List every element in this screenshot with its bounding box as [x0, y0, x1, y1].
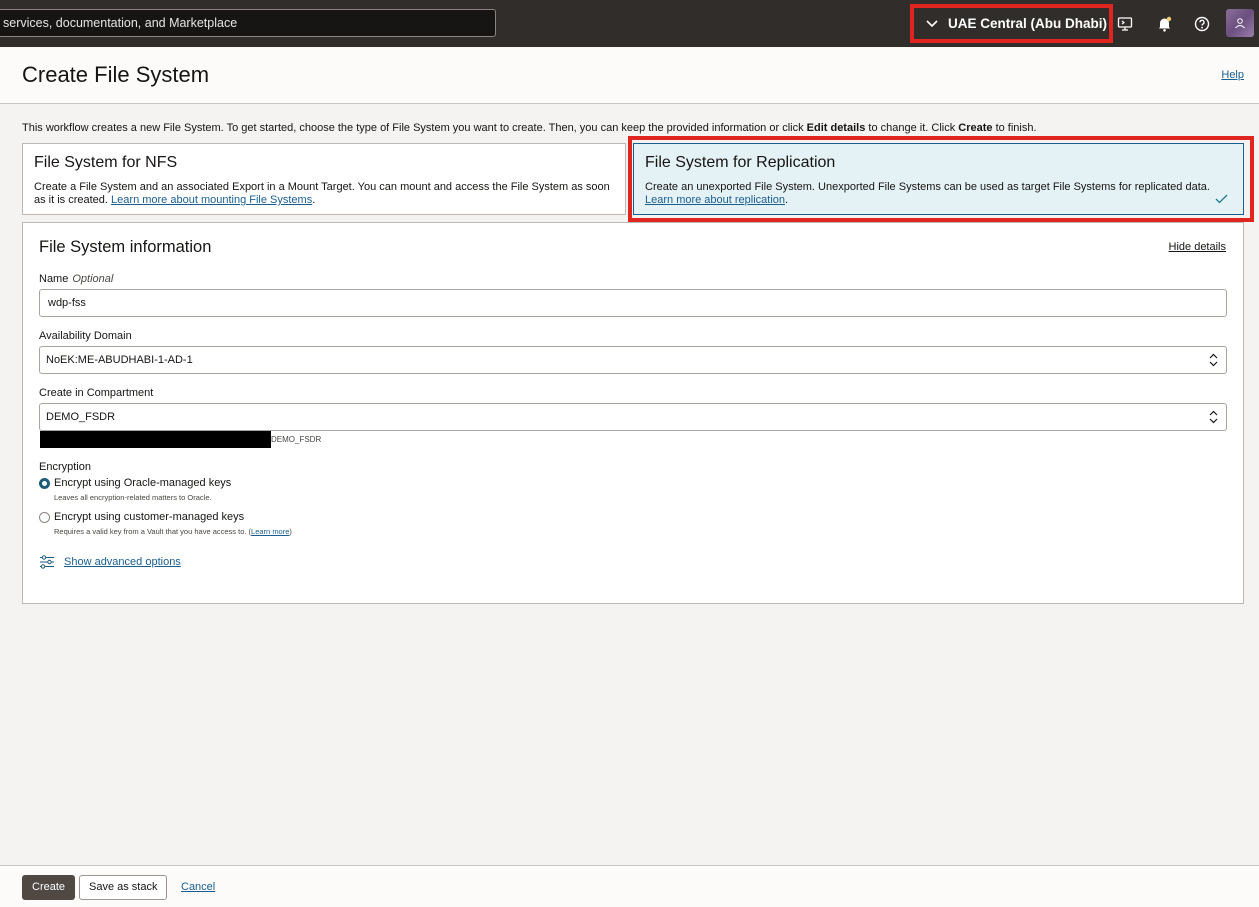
- bell-icon[interactable]: [1154, 14, 1174, 34]
- card-title: File System for Replication: [645, 154, 836, 171]
- help-link[interactable]: Help: [1221, 69, 1244, 81]
- file-system-information-panel: File System information Hide details Nam…: [22, 222, 1244, 604]
- compartment-select[interactable]: DEMO_FSDR: [39, 403, 1227, 431]
- help-icon[interactable]: [1192, 14, 1212, 34]
- card-desc-tail: .: [785, 194, 789, 206]
- compartment-label: Create in Compartment: [39, 387, 154, 399]
- name-label-text: Name: [39, 273, 69, 285]
- show-advanced-options-link[interactable]: Show advanced options: [64, 556, 181, 568]
- page-title: Create File System: [22, 62, 210, 87]
- region-selector[interactable]: UAE Central (Abu Dhabi): [910, 4, 1113, 43]
- top-navigation-bar: services, documentation, and Marketplace…: [0, 0, 1259, 47]
- create-button[interactable]: Create: [22, 875, 76, 900]
- intro-text-1: This workflow creates a new File System.…: [22, 122, 807, 134]
- encrypt-customer-option[interactable]: Encrypt using customer-managed keys: [39, 511, 244, 523]
- encrypt-oracle-help: Leaves all encryption-related matters to…: [54, 493, 212, 502]
- encryption-label: Encryption: [39, 461, 91, 473]
- availability-domain-value: NoEK:ME-ABUDHABI-1-AD-1: [46, 354, 193, 366]
- intro-text-3: to finish.: [992, 122, 1037, 134]
- show-advanced-options[interactable]: Show advanced options: [39, 555, 181, 569]
- name-label: Name Optional: [39, 273, 113, 285]
- card-desc-tail: .: [312, 194, 316, 206]
- compartment-path-tail: DEMO_FSDR: [271, 435, 322, 444]
- sliders-icon: [40, 555, 54, 569]
- radio-selected-icon[interactable]: [39, 477, 50, 489]
- availability-domain-select[interactable]: NoEK:ME-ABUDHABI-1-AD-1: [39, 346, 1227, 374]
- card-description: Create a File System and an associated E…: [34, 181, 614, 207]
- encrypt-customer-help-text: Requires a valid key from a Vault that y…: [54, 527, 252, 536]
- cancel-link[interactable]: Cancel: [181, 881, 215, 893]
- compartment-value: DEMO_FSDR: [46, 411, 116, 423]
- card-description: Create an unexported File System. Unexpo…: [645, 181, 1232, 207]
- encrypt-customer-label: Encrypt using customer-managed keys: [54, 511, 245, 523]
- checkmark-icon: [1215, 194, 1228, 204]
- optional-hint: Optional: [72, 273, 114, 285]
- name-input[interactable]: wdp-fss: [39, 289, 1227, 317]
- card-title: File System for NFS: [34, 154, 178, 171]
- encrypt-customer-help-tail: ): [289, 527, 292, 536]
- page-header: Create File System Help: [0, 47, 1259, 104]
- encrypt-customer-help: Requires a valid key from a Vault that y…: [54, 527, 292, 536]
- region-label: UAE Central (Abu Dhabi): [948, 16, 1108, 31]
- learn-more-mounting-link[interactable]: Learn more about mounting File Systems: [111, 194, 312, 206]
- section-title: File System information: [39, 238, 212, 256]
- radio-unselected-icon[interactable]: [39, 511, 50, 523]
- avatar-icon[interactable]: [1226, 9, 1254, 37]
- card-file-system-replication[interactable]: File System for Replication Create an un…: [633, 143, 1244, 215]
- cloud-shell-icon[interactable]: [1115, 14, 1135, 34]
- encrypt-oracle-label: Encrypt using Oracle-managed keys: [54, 477, 232, 489]
- intro-bold-2: Create: [958, 122, 993, 134]
- learn-more-link[interactable]: Learn more: [251, 527, 289, 536]
- save-as-stack-button[interactable]: Save as stack: [79, 875, 168, 900]
- footer-bar: Create Save as stack Cancel: [0, 865, 1259, 907]
- workflow-intro: This workflow creates a new File System.…: [22, 122, 1037, 134]
- encrypt-oracle-option[interactable]: Encrypt using Oracle-managed keys: [39, 477, 231, 489]
- intro-text-2: to change it. Click: [865, 122, 959, 134]
- card-file-system-nfs[interactable]: File System for NFS Create a File System…: [22, 143, 626, 215]
- select-updown-icon: [1209, 410, 1218, 424]
- chevron-down-icon: [926, 19, 938, 27]
- hide-details-link[interactable]: Hide details: [1169, 241, 1226, 253]
- select-updown-icon: [1209, 353, 1218, 367]
- learn-more-replication-link[interactable]: Learn more about replication: [645, 194, 785, 206]
- intro-bold-1: Edit details: [806, 122, 866, 134]
- redacted-compartment-path: [40, 431, 271, 448]
- search-input[interactable]: services, documentation, and Marketplace: [0, 9, 496, 37]
- card-desc-text: Create an unexported File System. Unexpo…: [645, 181, 1210, 193]
- availability-domain-label: Availability Domain: [39, 330, 132, 342]
